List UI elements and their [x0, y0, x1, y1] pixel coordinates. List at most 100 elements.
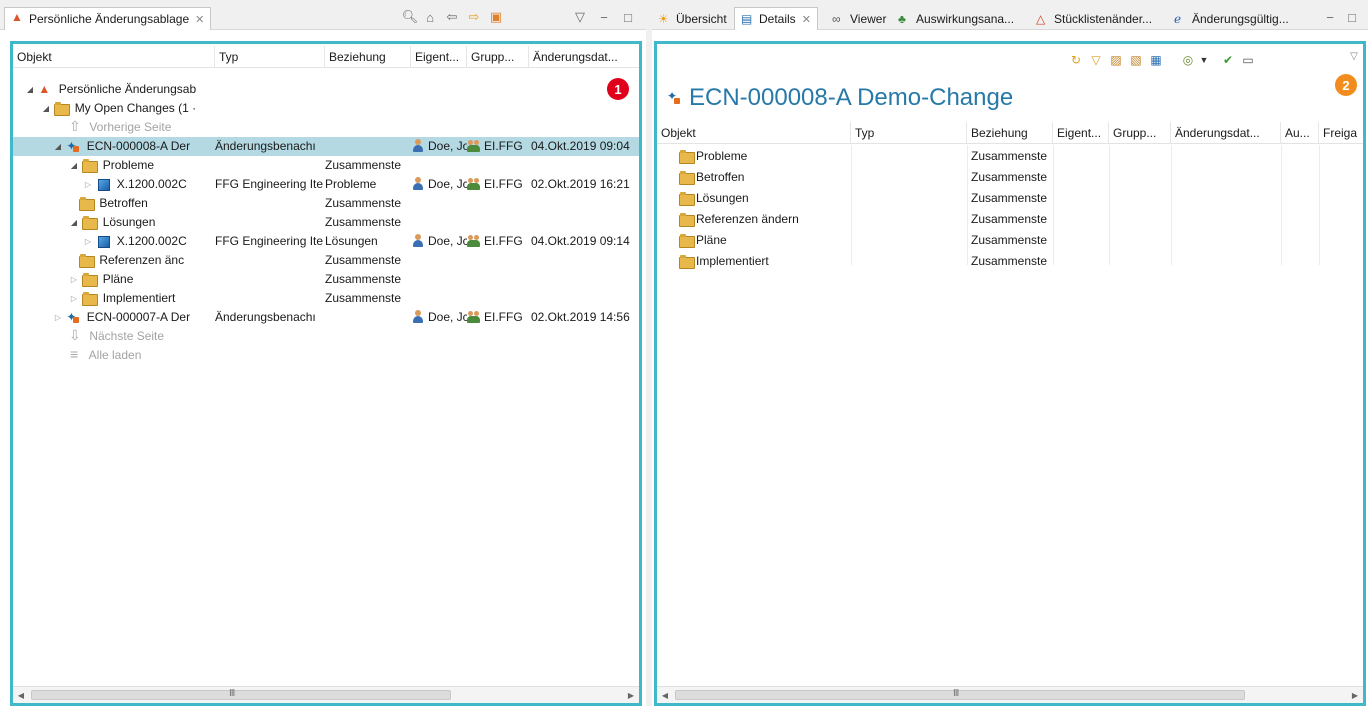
window-icon[interactable]: ▭ — [1240, 52, 1256, 68]
tab-details[interactable]: ▤ Details ✕ — [734, 7, 818, 30]
close-tab-icon[interactable]: ✕ — [195, 13, 204, 26]
collapse-arrow-icon[interactable]: ▷ — [83, 232, 93, 251]
forward-arrow-icon[interactable]: ⇨ — [466, 9, 482, 25]
chevron-down-icon[interactable]: ▼ — [1196, 52, 1212, 68]
collapse-arrow-icon[interactable]: ▷ — [69, 270, 79, 289]
folder-action-icon[interactable]: ▣ — [488, 9, 504, 25]
column-header-beziehung[interactable]: Beziehung — [325, 46, 411, 68]
tree-row-plaene[interactable]: ▷ Pläne Zusammenste — [13, 270, 639, 289]
expand-arrow-icon[interactable]: ◢ — [25, 80, 35, 99]
column-header-aenderungsdatum[interactable]: Änderungsdat... — [1171, 122, 1281, 144]
change-folder-icon — [38, 80, 52, 99]
scroll-right-icon[interactable]: ▶ — [623, 687, 639, 703]
column-header-beziehung[interactable]: Beziehung — [967, 122, 1053, 144]
tree-row-previous-page[interactable]: Vorherige Seite — [13, 118, 639, 137]
column-header-autor[interactable]: Au... — [1281, 122, 1319, 144]
bom-change-icon: △ — [1036, 11, 1046, 26]
tree-row-next-page[interactable]: Nächste Seite — [13, 327, 639, 346]
left-horizontal-scrollbar[interactable]: ◀ III ▶ — [13, 686, 639, 703]
folder-icon — [79, 196, 95, 211]
tree-row-root[interactable]: ◢ Persönliche Änderungsab — [13, 80, 639, 99]
column-header-eigentuemer[interactable]: Eigent... — [411, 46, 467, 68]
column-header-typ[interactable]: Typ — [215, 46, 325, 68]
detail-row-betroffen[interactable]: Betroffen Zusammenste — [657, 168, 1363, 187]
expand-arrow-icon[interactable]: ◢ — [69, 156, 79, 175]
impact-analysis-icon: ♣ — [898, 11, 906, 26]
minimize-icon[interactable]: − — [1322, 9, 1338, 25]
filter-icon[interactable]: ▽ — [1088, 52, 1104, 68]
expand-arrow-icon[interactable]: ◢ — [41, 99, 51, 118]
column-header-eigentuemer[interactable]: Eigent... — [1053, 122, 1109, 144]
details-frame: ↻ ▽ ▨ ▧ ▦ ◎ ▼ ✔ ▭ ▽ 2 ECN-000008-A Demo-… — [654, 41, 1366, 706]
row-name: Implementiert — [102, 291, 176, 305]
scroll-thumb[interactable] — [675, 690, 1245, 700]
glasses-icon: ∞ — [832, 11, 841, 26]
tree-row-probleme[interactable]: ◢ Probleme Zusammenste — [13, 156, 639, 175]
personal-change-folder-pane: Persönliche Änderungsablage ✕ 🔍︎ ⌂ ⇦ ⇨ ▣… — [0, 0, 646, 706]
tree-row-x1200-loesungen[interactable]: ▷ X.1200.002C FFG Engineering Ite Lösung… — [13, 232, 639, 251]
view-menu-icon[interactable]: ▽ — [1346, 48, 1362, 64]
column-header-aenderungsdatum[interactable]: Änderungsdat... — [529, 46, 639, 68]
collapse-arrow-icon[interactable]: ▷ — [53, 308, 63, 327]
scroll-left-icon[interactable]: ◀ — [13, 687, 29, 703]
scroll-thumb[interactable] — [31, 690, 451, 700]
home-icon[interactable]: ⌂ — [422, 9, 438, 25]
row-beziehung: Probleme — [325, 177, 377, 191]
column-header-gruppe[interactable]: Grupp... — [1109, 122, 1171, 144]
tree-row-betroffen[interactable]: Betroffen Zusammenste — [13, 194, 639, 213]
expand-arrow-icon[interactable]: ◢ — [69, 213, 79, 232]
remove-object-icon[interactable]: ▧ — [1128, 52, 1144, 68]
tree-row-implementiert[interactable]: ▷ Implementiert Zusammenste — [13, 289, 639, 308]
tab-uebersicht[interactable]: ☀ Übersicht — [652, 7, 733, 30]
detail-row-referenzen[interactable]: Referenzen ändern Zusammenste — [657, 210, 1363, 229]
scroll-left-icon[interactable]: ◀ — [657, 687, 673, 703]
detail-row-plaene[interactable]: Pläne Zusammenste — [657, 231, 1363, 250]
tree-row-referenzen[interactable]: Referenzen änc Zusammenste — [13, 251, 639, 270]
scroll-right-icon[interactable]: ▶ — [1347, 687, 1363, 703]
left-table-header: Objekt Typ Beziehung Eigent... Grupp... … — [13, 46, 639, 68]
tree-row-x1200-probleme[interactable]: ▷ X.1200.002C FFG Engineering Ite Proble… — [13, 175, 639, 194]
tree-row-my-open-changes[interactable]: ◢ My Open Changes (1 · — [13, 99, 639, 118]
details-icon: ▤ — [741, 12, 753, 26]
search-icon[interactable]: 🔍︎ — [402, 9, 419, 25]
folder-icon — [679, 233, 695, 248]
tree-row-ecn-000007[interactable]: ▷ ECN-000007-A Der Änderungsbenachı Doe,… — [13, 308, 639, 327]
collapse-arrow-icon[interactable]: ▷ — [83, 175, 93, 194]
add-object-icon[interactable]: ▨ — [1108, 52, 1124, 68]
maximize-icon[interactable]: □ — [620, 9, 636, 25]
row-name: X.1200.002C — [116, 177, 187, 191]
export-csv-icon[interactable]: ▦ — [1148, 52, 1164, 68]
detail-row-implementiert[interactable]: Implementiert Zusammenste — [657, 252, 1363, 271]
column-header-typ[interactable]: Typ — [851, 122, 967, 144]
checkmark-icon[interactable]: ✔ — [1220, 52, 1236, 68]
tab-auswirkungsanalyse[interactable]: ♣ Auswirkungsana... — [892, 7, 1020, 30]
tab-aenderungsgueltigkeit[interactable]: ℯ Änderungsgültig... — [1168, 7, 1295, 30]
column-header-objekt[interactable]: Objekt — [13, 46, 215, 68]
tree-row-load-all[interactable]: Alle laden — [13, 346, 639, 365]
minimize-icon[interactable]: − — [596, 9, 612, 25]
maximize-icon[interactable]: □ — [1344, 9, 1360, 25]
expand-arrow-icon[interactable]: ◢ — [53, 137, 63, 156]
tree-row-ecn-000008[interactable]: ◢ ECN-000008-A Der Änderungsbenachı Doe,… — [13, 137, 639, 156]
detail-row-loesungen[interactable]: Lösungen Zusammenste — [657, 189, 1363, 208]
tab-stuecklistenaenderungen[interactable]: △ Stücklistenänder... — [1030, 7, 1158, 30]
tab-personal-change-folder[interactable]: Persönliche Änderungsablage ✕ — [4, 7, 212, 30]
title-text: ECN-000008-A Demo-Change — [689, 84, 1014, 111]
refresh-icon[interactable]: ↻ — [1068, 52, 1084, 68]
left-tab-bar: Persönliche Änderungsablage ✕ 🔍︎ ⌂ ⇦ ⇨ ▣… — [0, 0, 646, 30]
detail-row-probleme[interactable]: Probleme Zusammenste — [657, 147, 1363, 166]
collapse-arrow-icon[interactable]: ▷ — [69, 289, 79, 308]
column-header-freigabe[interactable]: Freiga — [1319, 122, 1367, 144]
back-arrow-icon[interactable]: ⇦ — [444, 9, 460, 25]
view-menu-icon[interactable]: ▽ — [572, 9, 588, 25]
close-tab-icon[interactable]: ✕ — [802, 13, 811, 26]
group-icon — [467, 177, 481, 190]
column-header-gruppe[interactable]: Grupp... — [467, 46, 529, 68]
tree-row-loesungen[interactable]: ◢ Lösungen Zusammenste — [13, 213, 639, 232]
right-horizontal-scrollbar[interactable]: ◀ III ▶ — [657, 686, 1363, 703]
tab-viewer[interactable]: ∞ Viewer — [826, 7, 892, 30]
callout-badge-2: 2 — [1335, 74, 1357, 96]
actions-dropdown-icon[interactable]: ◎ — [1180, 52, 1196, 68]
effectivity-icon: ℯ — [1174, 11, 1182, 26]
column-header-objekt[interactable]: Objekt — [657, 122, 851, 144]
